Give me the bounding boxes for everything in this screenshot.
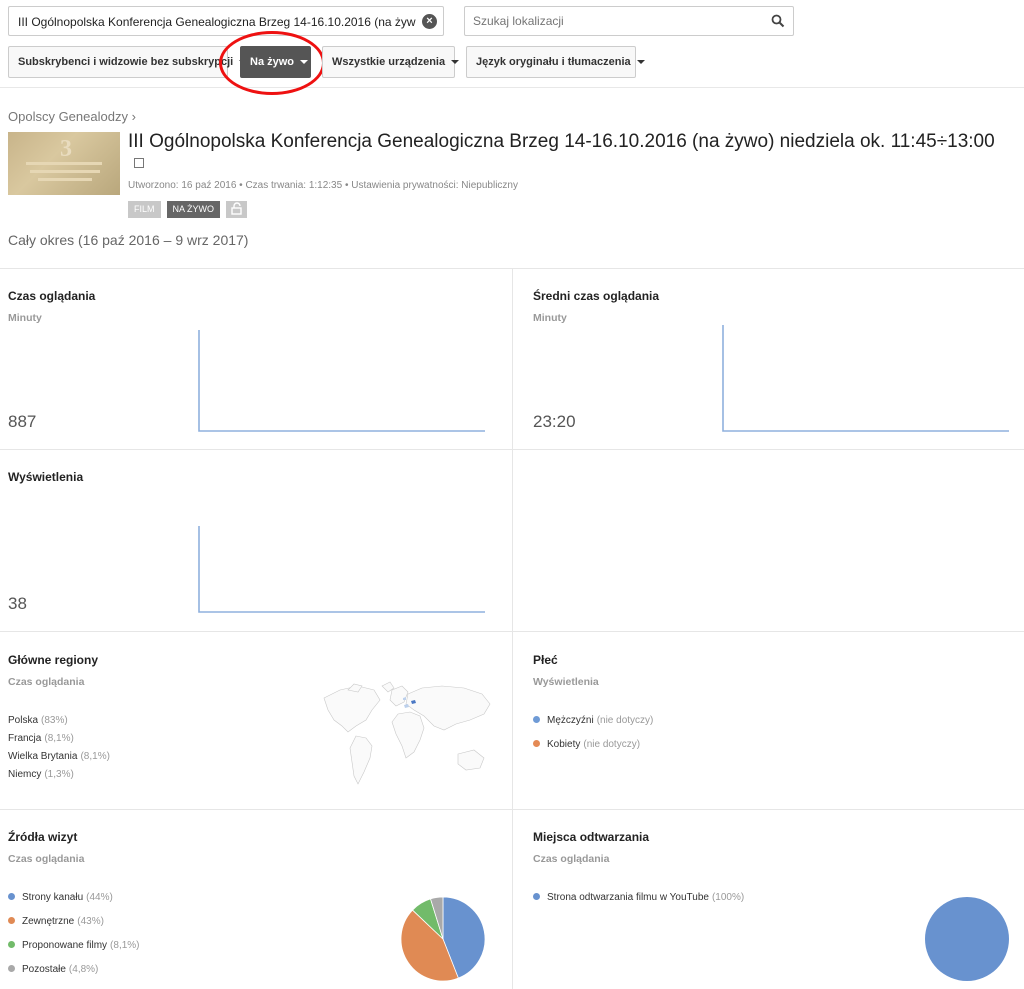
watch-time-value: 887	[8, 412, 37, 431]
devices-filter-dropdown[interactable]: Wszystkie urządzenia	[322, 46, 460, 78]
gender-subtitle: Wyświetlenia	[533, 676, 599, 688]
watch-time-title[interactable]: Czas oglądania	[8, 289, 95, 303]
search-icon[interactable]	[771, 14, 785, 33]
language-filter-dropdown[interactable]: Język oryginału i tłumaczenia	[466, 46, 645, 78]
pie-slice[interactable]	[925, 897, 1009, 981]
caret-down-icon	[451, 60, 460, 65]
regions-title[interactable]: Główne regiony	[8, 653, 98, 667]
source-item[interactable]: Strony kanału (44%)	[8, 892, 113, 903]
gender-item-male[interactable]: Mężczyźni (nie dotyczy)	[533, 715, 653, 726]
gender-title[interactable]: Płeć	[533, 653, 558, 667]
sources-pie-chart[interactable]	[399, 895, 487, 983]
avg-watch-title[interactable]: Średni czas oglądania	[533, 289, 659, 303]
source-item[interactable]: Pozostałe (4,8%)	[8, 964, 98, 975]
filter-bar: III Ogólnopolska Konferencja Genealogicz…	[0, 0, 1024, 95]
region-item[interactable]: Niemcy (1,3%)	[8, 769, 74, 780]
video-search-input[interactable]: III Ogólnopolska Konferencja Genealogicz…	[8, 6, 444, 36]
views-title[interactable]: Wyświetlenia	[8, 470, 83, 484]
language-filter-label: Język oryginału i tłumaczenia	[476, 56, 631, 68]
views-value: 38	[8, 594, 27, 613]
legend-dot	[533, 740, 540, 747]
unlock-icon	[226, 201, 248, 218]
legend-dot	[8, 941, 15, 948]
location-search-input[interactable]	[473, 14, 763, 28]
world-map[interactable]	[318, 680, 494, 792]
subscribers-filter-dropdown[interactable]: Subskrybenci i widzowie bez subskrypcji	[8, 46, 248, 78]
region-item[interactable]: Francja (8,1%)	[8, 733, 74, 744]
avg-watch-value: 23:20	[533, 412, 576, 431]
region-item[interactable]: Wielka Brytania (8,1%)	[8, 751, 110, 762]
external-link-icon[interactable]	[134, 158, 144, 168]
live-badge: NA ŻYWO	[166, 201, 221, 218]
red-highlight-circle	[219, 31, 325, 95]
legend-dot	[8, 917, 15, 924]
legend-dot	[533, 716, 540, 723]
video-thumbnail[interactable]: 3	[8, 132, 120, 195]
gender-item-female[interactable]: Kobiety (nie dotyczy)	[533, 739, 640, 750]
avg-watch-subtitle: Minuty	[533, 312, 567, 324]
video-title: III Ogólnopolska Konferencja Genealogicz…	[128, 131, 1008, 175]
source-item[interactable]: Zewnętrzne (43%)	[8, 916, 104, 927]
subscribers-filter-label: Subskrybenci i widzowie bez subskrypcji	[18, 56, 234, 68]
sources-subtitle: Czas oglądania	[8, 853, 85, 865]
clear-search-icon[interactable]: ×	[422, 14, 437, 29]
date-range: Cały okres (16 paź 2016 – 9 wrz 2017)	[8, 232, 249, 248]
devices-filter-label: Wszystkie urządzenia	[332, 56, 446, 68]
watch-time-sparkline	[198, 330, 485, 432]
legend-dot	[8, 893, 15, 900]
video-badges: FILM NA ŻYWO	[128, 201, 253, 219]
channel-breadcrumb[interactable]: Opolscy Genealodzy ›	[8, 109, 136, 124]
legend-dot	[8, 965, 15, 972]
thumbnail-number: 3	[60, 136, 72, 162]
sources-title[interactable]: Źródła wizyt	[8, 830, 77, 844]
video-title-text: III Ogólnopolska Konferencja Genealogicz…	[128, 131, 995, 152]
location-search[interactable]	[464, 6, 794, 36]
video-search-value: III Ogólnopolska Konferencja Genealogicz…	[18, 15, 416, 29]
film-badge: FILM	[128, 201, 161, 218]
playback-pie-chart[interactable]	[923, 895, 1011, 983]
video-meta: Utworzono: 16 paź 2016 • Czas trwania: 1…	[128, 180, 518, 191]
regions-subtitle: Czas oglądania	[8, 676, 85, 688]
playback-subtitle: Czas oglądania	[533, 853, 610, 865]
watch-time-subtitle: Minuty	[8, 312, 42, 324]
playback-item[interactable]: Strona odtwarzania filmu w YouTube (100%)	[533, 892, 744, 903]
caret-down-icon	[636, 60, 645, 65]
region-item[interactable]: Polska (83%)	[8, 715, 68, 726]
views-sparkline	[198, 526, 485, 613]
avg-watch-sparkline	[722, 325, 1009, 432]
playback-title[interactable]: Miejsca odtwarzania	[533, 830, 649, 844]
source-item[interactable]: Proponowane filmy (8,1%)	[8, 940, 140, 951]
legend-dot	[533, 893, 540, 900]
